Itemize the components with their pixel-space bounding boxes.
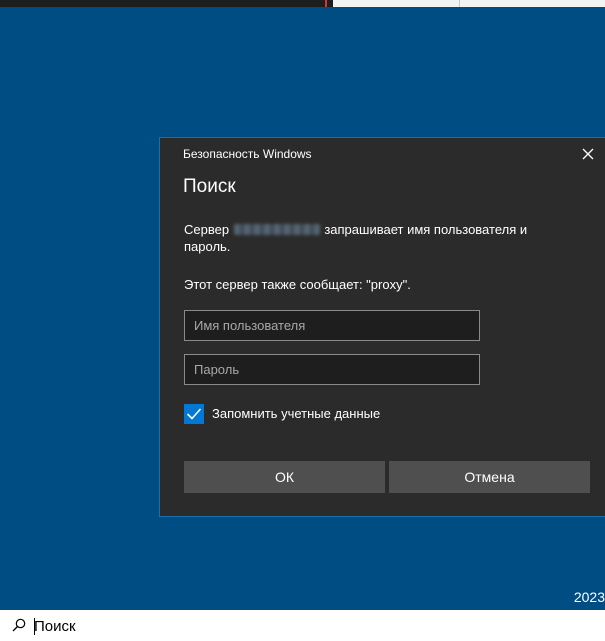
top-strip-marker	[325, 0, 327, 7]
remember-label: Запомнить учетные данные	[212, 406, 381, 421]
server-message: Этот сервер также сообщает: "proxy".	[184, 277, 411, 292]
auth-message: Сервер запрашивает имя пользователя и па…	[184, 221, 574, 255]
credential-dialog: Безопасность Windows Поиск Сервер запраш…	[159, 137, 605, 517]
top-strip-window	[333, 0, 605, 7]
password-field[interactable]	[184, 354, 480, 385]
dialog-title: Поиск	[183, 176, 236, 197]
username-field[interactable]	[184, 310, 480, 341]
text-caret	[34, 618, 35, 635]
top-strip-divider	[459, 0, 460, 7]
cancel-button[interactable]: Отмена	[389, 461, 590, 493]
dialog-caption: Безопасность Windows	[183, 147, 312, 161]
ok-button[interactable]: ОК	[184, 461, 385, 493]
taskbar-search[interactable]	[0, 610, 605, 641]
close-icon	[582, 148, 594, 160]
close-button[interactable]	[571, 138, 605, 170]
check-icon	[186, 408, 202, 420]
clock-year-fragment: 2023	[573, 589, 605, 605]
redacted-server-address	[233, 224, 320, 235]
checkbox-box[interactable]	[184, 404, 204, 424]
search-input[interactable]	[34, 616, 334, 636]
auth-message-prefix: Сервер	[184, 222, 230, 237]
top-window-strip	[0, 0, 605, 7]
search-icon	[12, 618, 26, 632]
